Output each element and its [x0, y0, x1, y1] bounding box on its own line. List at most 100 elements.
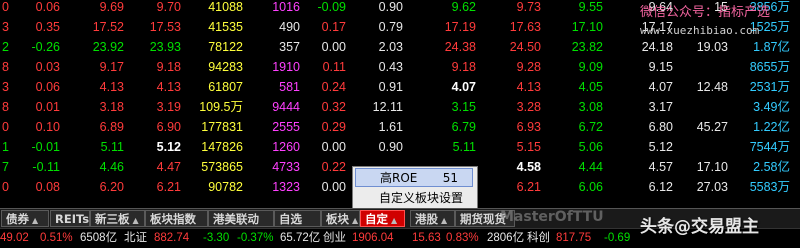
- table-cell: -0.26: [31, 40, 61, 54]
- menu-item-high-roe[interactable]: 高ROE 51: [355, 168, 473, 187]
- tab-label: 港股: [415, 212, 438, 226]
- table-cell: 0.32: [321, 100, 346, 114]
- status-value: 创业: [323, 232, 346, 244]
- table-cell: 17.53: [149, 20, 181, 34]
- table-cell: 12.11: [372, 100, 403, 114]
- status-value: 0.51%: [40, 232, 73, 244]
- table-cell: 0.00: [321, 40, 346, 54]
- table-row[interactable]: 8 0.03 9.17 9.18 94283 1910 0.11 0.43 9.18 9.28 9.…: [0, 57, 800, 77]
- tab-arrow-icon: ▲: [32, 216, 39, 225]
- table-cell: 78122: [208, 40, 243, 54]
- table-cell: 0.00: [321, 180, 346, 194]
- table-row[interactable]: 1 -0.01 5.11 5.12 147826 1260 0.00 0.90 5.11 5.15…: [0, 137, 800, 157]
- status-value: 2806亿: [487, 232, 525, 244]
- table-cell: 24.18: [641, 40, 673, 54]
- table-cell: 0: [2, 0, 9, 14]
- table-cell: 17.10: [571, 20, 603, 34]
- table-cell: 17.63: [509, 20, 541, 34]
- table-cell: 0.29: [321, 120, 346, 134]
- table-cell: 0.03: [35, 60, 60, 74]
- tab-4[interactable]: 港美联动: [208, 210, 274, 227]
- tab-label: 自定: [365, 212, 388, 226]
- tab-label: 自选: [279, 212, 302, 226]
- table-cell: 4.13: [516, 80, 541, 94]
- table-cell: 8655万: [749, 60, 790, 74]
- table-cell: 9.18: [451, 60, 476, 74]
- table-cell: 9.15: [648, 60, 673, 74]
- signature-watermark: 头条@交易盟主: [640, 217, 759, 237]
- tab-label: 新三板: [95, 212, 130, 226]
- table-cell: 4.13: [99, 80, 124, 94]
- table-cell: 27.03: [696, 180, 728, 194]
- status-value: 817.75: [556, 232, 592, 244]
- menu-item-label: 高ROE: [380, 171, 418, 185]
- table-cell: 1: [2, 140, 9, 154]
- table-cell: 1016: [272, 0, 300, 14]
- status-value: 15.63: [412, 232, 441, 244]
- table-cell: 4.13: [156, 80, 181, 94]
- status-value: 65.72亿: [280, 232, 321, 244]
- table-cell: 2.03: [378, 40, 403, 54]
- tab-8[interactable]: 港股 ▲: [410, 210, 455, 227]
- table-cell: 5583万: [749, 180, 790, 194]
- table-cell: 23.82: [571, 40, 603, 54]
- tab-3[interactable]: 板块指数: [145, 210, 208, 227]
- table-row[interactable]: 8 0.01 3.18 3.19 109.5万 9444 0.32 12.11 3.15 3.28…: [0, 97, 800, 117]
- table-cell: 7544万: [749, 140, 790, 154]
- table-cell: 1.61: [378, 120, 403, 134]
- table-cell: 0: [2, 180, 9, 194]
- table-cell: 0.24: [321, 80, 346, 94]
- status-value: 1906.04: [352, 232, 394, 244]
- table-cell: 0: [2, 120, 9, 134]
- table-cell: 8: [2, 100, 9, 114]
- status-value: 科创: [527, 232, 550, 244]
- table-row[interactable]: 2 -0.26 23.92 23.93 78122 357 0.00 2.03 24.38 24.…: [0, 37, 800, 57]
- table-cell: 8: [2, 60, 9, 74]
- table-cell: 5.15: [516, 140, 541, 154]
- tab-6[interactable]: 板块 ▲: [321, 210, 360, 227]
- table-cell: 9.62: [451, 0, 476, 14]
- table-cell: 4.07: [451, 80, 476, 94]
- tab-7[interactable]: 自定 ▲: [360, 210, 405, 227]
- table-cell: 4.58: [516, 160, 541, 174]
- custom-block-menu: 高ROE 51 自定义板块设置: [352, 166, 478, 212]
- table-cell: 61807: [208, 80, 243, 94]
- tab-0[interactable]: 债券 ▲: [1, 210, 49, 227]
- table-cell: 3.19: [156, 100, 181, 114]
- table-cell: 17.10: [696, 160, 728, 174]
- table-cell: 0.01: [35, 100, 60, 114]
- table-cell: 3: [2, 20, 9, 34]
- table-cell: 45.27: [696, 120, 728, 134]
- status-value: 北证: [124, 232, 147, 244]
- menu-item-custom-block-settings[interactable]: 自定义板块设置: [355, 189, 473, 208]
- table-cell: 3: [2, 80, 9, 94]
- status-value: -0.37%: [237, 232, 274, 244]
- table-cell: 9.55: [578, 0, 603, 14]
- table-cell: 24.38: [444, 40, 476, 54]
- table-cell: 90782: [208, 180, 243, 194]
- table-cell: 23.93: [149, 40, 181, 54]
- tab-2[interactable]: 新三板 ▲: [90, 210, 145, 227]
- table-cell: 2: [2, 40, 9, 54]
- table-cell: 0.90: [378, 140, 403, 154]
- table-cell: 1.22亿: [753, 120, 790, 134]
- table-row[interactable]: 0 0.10 6.89 6.90 177831 2555 0.29 1.61 6.79 6.93 6…: [0, 117, 800, 137]
- table-cell: 0.79: [378, 20, 403, 34]
- menu-item-label: 自定义板块设置: [379, 191, 464, 205]
- table-row[interactable]: 3 0.06 4.13 4.13 61807 581 0.24 0.91 4.07 4.13 4.0…: [0, 77, 800, 97]
- table-cell: 9.09: [578, 60, 603, 74]
- tab-arrow-icon: ▲: [132, 216, 139, 225]
- table-cell: 9.28: [516, 60, 541, 74]
- table-cell: 6.93: [516, 120, 541, 134]
- table-cell: 6.12: [648, 180, 673, 194]
- tab-label: 债券: [6, 212, 29, 226]
- tab-1[interactable]: REITs▲: [50, 210, 98, 227]
- table-cell: 41535: [208, 20, 243, 34]
- table-cell: 0.91: [378, 80, 403, 94]
- table-cell: 5.12: [156, 140, 181, 154]
- tab-5[interactable]: 自选: [274, 210, 321, 227]
- table-cell: 4.47: [156, 160, 181, 174]
- table-cell: 0.06: [35, 0, 60, 14]
- table-cell: 7: [2, 160, 9, 174]
- table-cell: 0.00: [321, 140, 346, 154]
